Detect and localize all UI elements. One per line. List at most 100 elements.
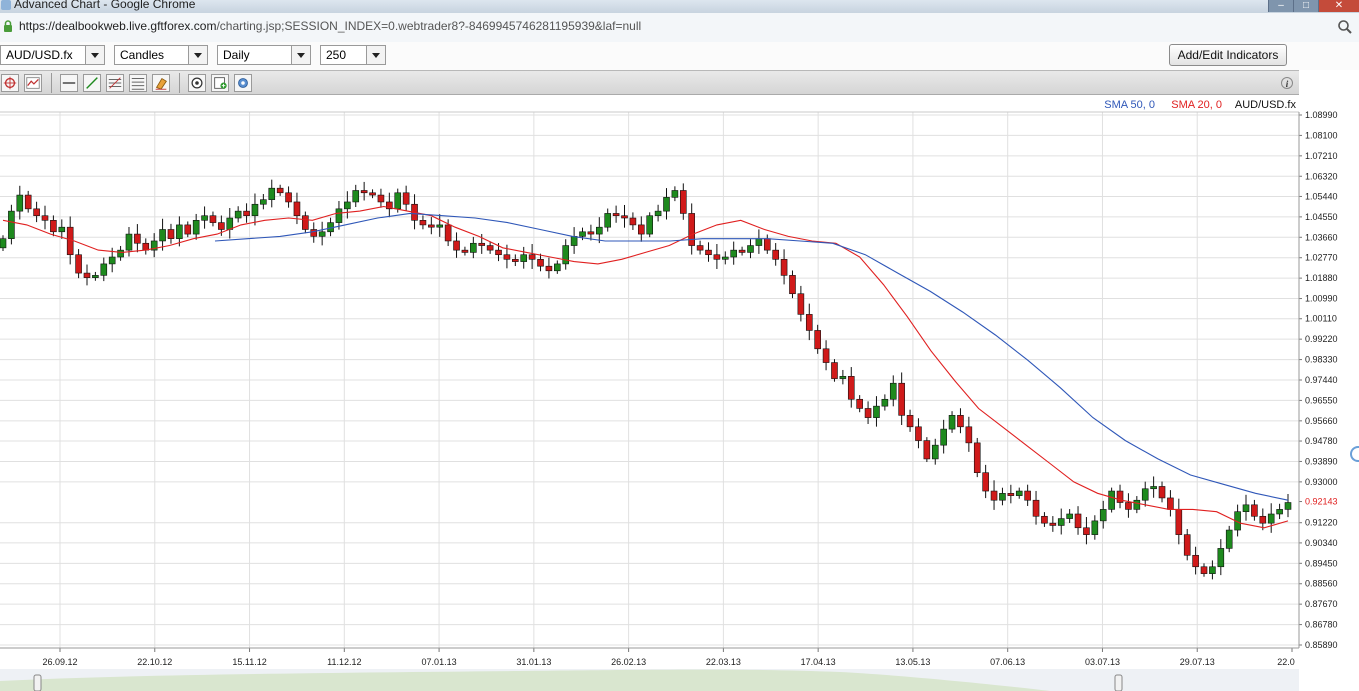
candle-body [92, 275, 99, 278]
minimize-icon[interactable]: – [1268, 0, 1293, 12]
settings-icon[interactable] [234, 74, 252, 92]
price-tick-label: 1.01880 [1305, 273, 1338, 283]
candle [1225, 525, 1233, 553]
navigator-right-handle[interactable] [1114, 674, 1123, 691]
zoom-icon[interactable] [1337, 19, 1353, 35]
candle-body [1276, 509, 1283, 515]
candle-body [24, 194, 32, 210]
candle-body [1209, 566, 1216, 574]
candle-body [268, 187, 276, 200]
bars-select[interactable]: 250 [320, 45, 386, 65]
interval-select[interactable]: Daily [217, 45, 311, 65]
candle-body [545, 265, 553, 272]
chevron-down-icon[interactable] [291, 46, 310, 64]
address-bar[interactable]: https://dealbookweb.live.gftforex.com/ch… [0, 13, 1359, 43]
candle [646, 212, 653, 238]
candle-body [1217, 548, 1225, 568]
crosshair-icon[interactable] [1, 74, 19, 92]
price-tick-label: 1.07210 [1305, 151, 1338, 161]
maximize-icon[interactable]: □ [1293, 0, 1318, 12]
candle-body [814, 330, 821, 350]
price-tick-label: 0.95660 [1305, 416, 1338, 426]
candle-body [318, 231, 326, 237]
side-panel-handle[interactable] [1350, 446, 1359, 462]
candle-body [512, 259, 519, 262]
candle-body [0, 238, 7, 249]
candle-body [831, 362, 838, 379]
candle-body [915, 426, 922, 441]
candle [831, 359, 838, 382]
candle-body [646, 215, 653, 235]
chart-corner [1299, 70, 1359, 95]
candle-body [570, 236, 578, 246]
candle-body [360, 190, 368, 194]
candle-body [478, 242, 486, 246]
candle-body [335, 208, 343, 223]
fibonacci-icon[interactable] [129, 74, 147, 92]
candle-body [889, 382, 897, 400]
time-tick-label: 22.03.13 [706, 657, 741, 667]
save-template-icon[interactable] [211, 74, 229, 92]
legend-symbol: AUD/USD.fx [1235, 99, 1297, 111]
candle-body [1099, 509, 1107, 522]
candle-body [537, 259, 544, 267]
price-tick-label: 1.04550 [1305, 212, 1338, 222]
candle-body [738, 249, 746, 253]
candle-body [377, 194, 385, 203]
candle-body [1242, 504, 1250, 512]
time-tick-label: 22.0 [1277, 657, 1295, 667]
chevron-down-icon[interactable] [188, 46, 207, 64]
trend-line-icon[interactable] [83, 74, 101, 92]
time-tick-label: 17.04.13 [801, 657, 836, 667]
url-host: https://dealbookweb.live.gftforex.com [19, 19, 217, 33]
chevron-down-icon[interactable] [85, 46, 104, 64]
candle-body [108, 256, 116, 265]
price-tick-label: 1.06320 [1305, 171, 1338, 181]
navigator-left-handle[interactable] [33, 674, 42, 691]
candle-body [1007, 493, 1015, 496]
url-text[interactable]: https://dealbookweb.live.gftforex.com/ch… [19, 19, 641, 33]
candle-body [881, 398, 889, 407]
candle-body [293, 201, 301, 217]
candle-body [713, 254, 721, 260]
price-chart[interactable]: 1.08990 1.08100 1.07210 1.06320 1.05440 1.045… [0, 95, 1359, 691]
chevron-down-icon[interactable] [366, 46, 385, 64]
candle-body [285, 192, 292, 203]
candle-body [679, 190, 687, 214]
add-edit-indicators-button[interactable]: Add/Edit Indicators [1169, 44, 1287, 66]
price-tick-label: 0.93000 [1305, 477, 1338, 487]
candle-body [864, 408, 872, 418]
candle-body [554, 263, 561, 272]
app-icon [1, 0, 11, 10]
candle-body [436, 224, 444, 228]
price-tick-label: 0.85890 [1305, 640, 1338, 650]
channel-icon[interactable] [106, 74, 124, 92]
time-tick-label: 11.12.12 [327, 657, 361, 667]
candle-body [75, 254, 82, 274]
candle-body [940, 428, 947, 446]
horizontal-line-icon[interactable] [60, 74, 78, 92]
candle-body [520, 254, 528, 262]
candle-body [671, 190, 679, 198]
eraser-icon[interactable] [152, 74, 170, 92]
candle-body [638, 224, 645, 235]
candle-body [1141, 488, 1149, 501]
candle-body [1284, 502, 1292, 510]
candle-body [822, 348, 830, 363]
candle-body [931, 444, 939, 460]
legend-sma50: SMA 50, 0 [1104, 99, 1155, 111]
candle-body [125, 233, 133, 251]
info-icon[interactable]: i [1281, 77, 1293, 89]
chart-style-icon[interactable] [24, 74, 42, 92]
candle-body [503, 254, 511, 260]
price-tick-label: 0.89450 [1305, 558, 1338, 568]
candle-body [117, 249, 124, 258]
candle-body [352, 190, 360, 203]
close-icon[interactable]: ✕ [1318, 0, 1359, 12]
chart-type-select[interactable]: Candles [114, 45, 208, 65]
symbol-select[interactable]: AUD/USD.fx [0, 45, 105, 65]
candle-body [1259, 515, 1267, 524]
overview-navigator[interactable] [0, 669, 1299, 691]
candle-body [973, 442, 981, 473]
snapshot-icon[interactable] [188, 74, 206, 92]
